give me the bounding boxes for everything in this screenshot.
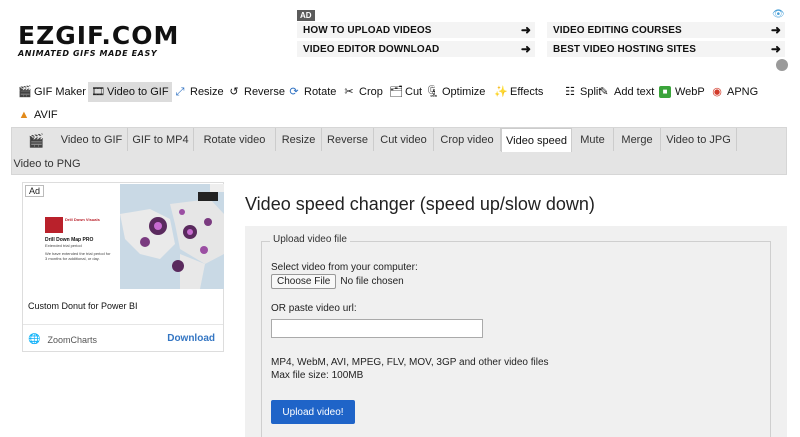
ad-link-upload-videos[interactable]: HOW TO UPLOAD VIDEOS ➜ <box>297 22 535 38</box>
ad-brand: 🌐 ZoomCharts <box>28 334 97 345</box>
film-icon: 🎬 <box>28 133 45 148</box>
ad-link-editing-courses[interactable]: VIDEO EDITING COURSES ➜ <box>547 22 785 38</box>
gif-maker-icon: 🎬 <box>18 86 32 98</box>
ad-divider <box>23 324 223 325</box>
ad-card-heading: Drill Down Visuals <box>65 217 100 222</box>
ad-link-label: BEST VIDEO HOSTING SITES <box>553 43 696 55</box>
supported-formats-text: MP4, WebM, AVI, MPEG, FLV, MOV, 3GP and … <box>271 357 549 368</box>
world-map-graphic <box>120 184 224 289</box>
tool-avif[interactable]: ▲ AVIF <box>18 105 58 125</box>
ad-title: Custom Donut for Power BI <box>28 301 138 311</box>
ad-card-text: We have extended the trial period for 3 … <box>45 251 111 261</box>
file-info: MP4, WebM, AVI, MPEG, FLV, MOV, 3GP and … <box>271 356 549 382</box>
tool-video-to-gif[interactable]: 🎞 Video to GIF <box>88 82 172 102</box>
ad-label: Ad <box>25 185 45 197</box>
tool-rotate[interactable]: ⟳ Rotate <box>288 82 336 102</box>
subtab-video-to-jpg[interactable]: Video to JPG <box>661 128 737 151</box>
max-size-text: Max file size: 100MB <box>271 370 364 381</box>
subtab-video-to-gif[interactable]: Video to GIF <box>56 128 128 151</box>
ad-map-image <box>120 184 224 289</box>
subtab-mute[interactable]: Mute <box>572 128 614 151</box>
url-label: OR paste video url: <box>271 303 357 314</box>
video-to-gif-icon: 🎞 <box>91 86 105 98</box>
ad-download-link[interactable]: Download <box>167 333 215 344</box>
tool-apng[interactable]: ◉ APNG <box>711 82 758 102</box>
ad-link-video-editor[interactable]: VIDEO EDITOR DOWNLOAD ➜ <box>297 41 535 57</box>
tool-gif-maker[interactable]: 🎬 GIF Maker <box>18 82 86 102</box>
ad-link-label: HOW TO UPLOAD VIDEOS <box>303 24 432 36</box>
add-text-icon: ✎ <box>599 86 609 98</box>
effects-icon: ✨ <box>494 86 508 98</box>
subtab-rotate-video[interactable]: Rotate video <box>194 128 276 151</box>
file-picker: Choose File No file chosen <box>271 274 404 289</box>
avif-icon: ▲ <box>18 109 30 121</box>
arrow-right-icon: ➜ <box>520 23 531 37</box>
tool-cut[interactable]: 🗂 Cut <box>389 82 422 102</box>
ad-card: Drill Down Visuals Drill Down Map PRO Ex… <box>45 217 113 277</box>
page-title: Video speed changer (speed up/slow down) <box>245 194 595 214</box>
subtab-reverse[interactable]: Reverse <box>322 128 374 151</box>
split-icon: ☷ <box>565 86 575 98</box>
tool-effects[interactable]: ✨ Effects <box>494 82 543 102</box>
video-url-input[interactable] <box>271 319 483 338</box>
tool-split[interactable]: ☷ Split <box>564 82 601 102</box>
apng-icon: ◉ <box>712 86 722 98</box>
arrow-right-icon: ➜ <box>770 23 781 37</box>
arrow-right-icon: ➜ <box>520 42 531 56</box>
ad-card-logo <box>45 217 63 233</box>
reverse-icon: ↺ <box>229 86 239 98</box>
tool-crop[interactable]: ✂ Crop <box>343 82 382 102</box>
site-logo[interactable]: EZGIF.COM ANIMATED GIFS MADE EASY <box>18 21 180 58</box>
globe-icon: 🌐 <box>28 334 41 345</box>
subtab-crop-video[interactable]: Crop video <box>434 128 501 151</box>
ad-link-hosting-sites[interactable]: BEST VIDEO HOSTING SITES ➜ <box>547 41 785 57</box>
subtab-video-speed[interactable]: Video speed <box>501 128 572 152</box>
scroll-dot[interactable] <box>776 59 788 71</box>
optimize-icon: 🗜 <box>426 86 440 98</box>
select-video-label: Select video from your computer: <box>271 262 418 273</box>
logo-text: EZGIF.COM <box>18 21 180 50</box>
resize-icon: ⤢ <box>175 86 185 98</box>
ad-card-sub: Extended trial period <box>45 243 82 248</box>
tool-add-text[interactable]: ✎ Add text <box>598 82 654 102</box>
choose-file-button[interactable]: Choose File <box>271 274 337 289</box>
upload-video-button[interactable]: Upload video! <box>271 400 355 424</box>
side-ad[interactable]: Ad Drill Down Visuals Drill Down Map PRO… <box>22 182 224 352</box>
webp-icon: ■ <box>659 86 671 98</box>
arrow-right-icon: ➜ <box>770 42 781 56</box>
ad-link-label: VIDEO EDITOR DOWNLOAD <box>303 43 440 55</box>
subtab-gif-to-mp4[interactable]: GIF to MP4 <box>128 128 194 151</box>
tool-optimize[interactable]: 🗜 Optimize <box>426 82 485 102</box>
subtab-merge[interactable]: Merge <box>614 128 661 151</box>
tool-webp[interactable]: ■ WebP <box>659 82 705 102</box>
fieldset-legend: Upload video file <box>270 234 350 245</box>
no-file-text: No file chosen <box>340 276 404 287</box>
cut-icon: 🗂 <box>389 86 403 98</box>
logo-tagline: ANIMATED GIFS MADE EASY <box>18 49 158 58</box>
sub-nav: 🎬 Video to GIF GIF to MP4 Rotate video R… <box>11 127 787 175</box>
crop-icon: ✂ <box>344 86 354 98</box>
eye-icon[interactable]: 👁 <box>772 9 785 20</box>
tool-reverse[interactable]: ↺ Reverse <box>228 82 285 102</box>
ad-badge: AD <box>297 10 315 21</box>
subtab-cut-video[interactable]: Cut video <box>374 128 434 151</box>
rotate-icon: ⟳ <box>289 86 299 98</box>
tool-resize[interactable]: ⤢ Resize <box>174 82 224 102</box>
ad-link-label: VIDEO EDITING COURSES <box>553 24 682 36</box>
subtab-resize[interactable]: Resize <box>276 128 322 151</box>
subtab-video-to-png[interactable]: Video to PNG <box>12 152 82 175</box>
